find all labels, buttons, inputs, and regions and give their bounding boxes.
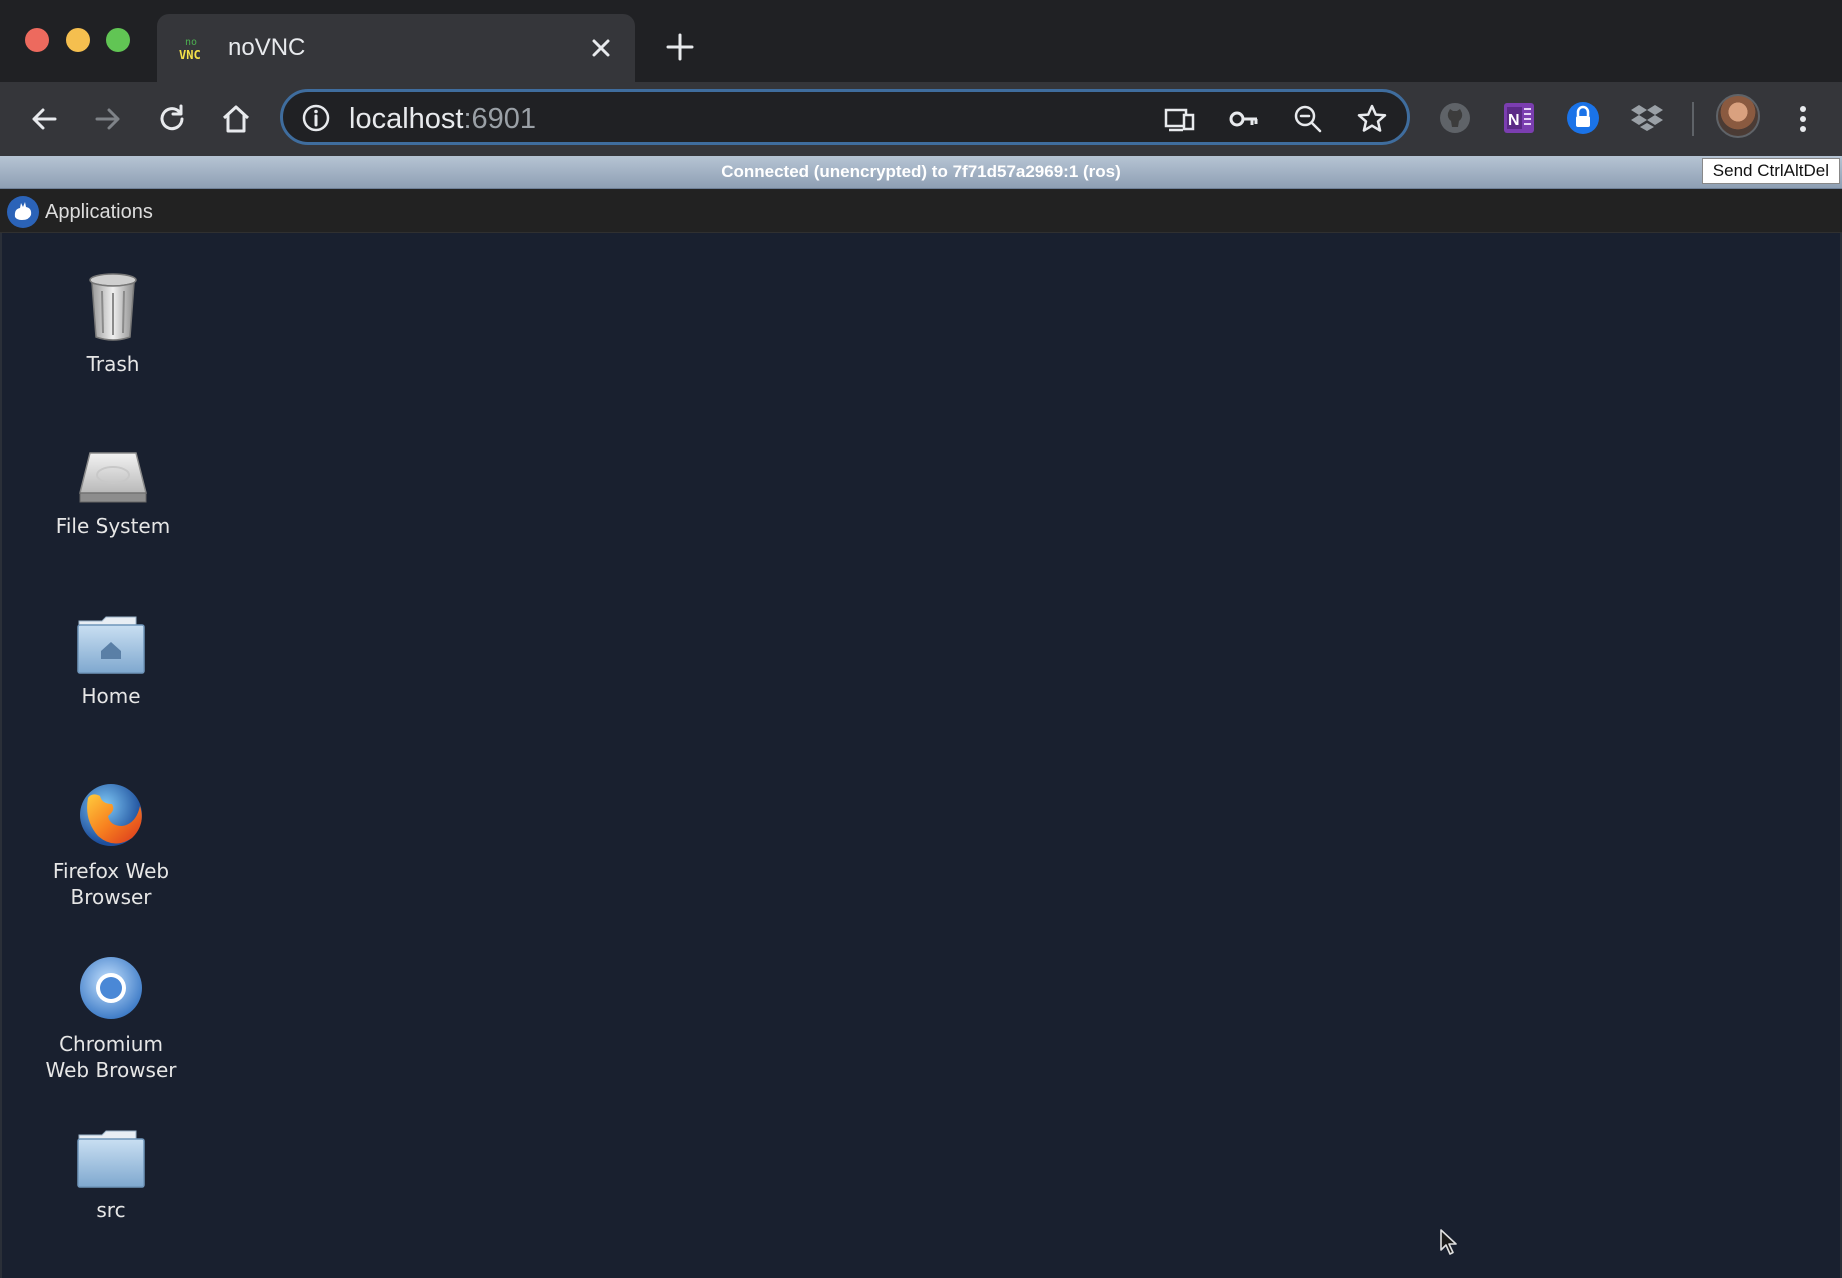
label-line: Firefox Web (52, 859, 170, 883)
trash-icon (89, 273, 137, 341)
xfce-mouse-logo-icon (7, 196, 39, 228)
browser-toolbar: localhost:6901 N (0, 82, 1842, 156)
desktop-icon-chromium[interactable]: Chromium Web Browser (21, 953, 201, 1083)
vnc-status-bar: Connected (unencrypted) to 7f71d57a2969:… (0, 156, 1842, 189)
favicon-text-top: no (185, 37, 197, 48)
folder-icon (77, 1130, 145, 1188)
toolbar-divider (1692, 102, 1694, 136)
url-host: localhost (349, 103, 464, 135)
desktop-icon-firefox[interactable]: Firefox Web Browser (21, 780, 201, 910)
star-icon[interactable] (1355, 102, 1389, 136)
mouse-cursor-icon (1440, 1229, 1457, 1255)
favicon-text-bottom: VNC (179, 48, 201, 62)
desktop-icon-label: Firefox Web Browser (21, 858, 201, 910)
desktop-icon-label: Home (81, 684, 141, 708)
desktop-icon-src[interactable]: src (21, 1129, 201, 1223)
svg-text:N: N (1508, 112, 1520, 129)
new-tab-icon[interactable] (663, 30, 697, 64)
profile-avatar[interactable] (1716, 94, 1760, 138)
reload-icon[interactable] (155, 102, 189, 136)
desktop-icon-label: Chromium Web Browser (21, 1031, 201, 1083)
onenote-icon[interactable]: N (1500, 99, 1538, 137)
browser-tab-strip: no VNC noVNC (0, 0, 1842, 82)
forward-icon[interactable] (91, 102, 125, 136)
desktop-icon-home[interactable]: Home (21, 615, 201, 709)
desktop-icon-trash[interactable]: Trash (23, 271, 203, 377)
address-bar[interactable]: localhost:6901 (280, 89, 1410, 145)
back-icon[interactable] (27, 102, 61, 136)
desktop-icon-file-system[interactable]: File System (23, 449, 203, 539)
tab-novnc[interactable]: no VNC noVNC (157, 14, 635, 82)
info-icon[interactable] (301, 103, 331, 133)
desktop-icon-label: src (96, 1198, 126, 1222)
home-icon[interactable] (219, 102, 253, 136)
label-line: Chromium (59, 1032, 163, 1056)
vnc-connection-status: Connected (unencrypted) to 7f71d57a2969:… (721, 162, 1121, 181)
hard-drive-icon (79, 452, 147, 503)
lastpass-lock-icon[interactable] (1564, 99, 1602, 137)
tab-title: noVNC (228, 34, 306, 61)
firefox-icon (80, 784, 142, 846)
dropbox-icon[interactable] (1628, 99, 1666, 137)
more-menu-icon[interactable] (1786, 102, 1820, 136)
github-icon[interactable] (1436, 99, 1474, 137)
label-line: Web Browser (45, 1058, 177, 1082)
label-line: Browser (70, 885, 152, 909)
desktop-icon-label: Trash (86, 352, 140, 376)
key-icon[interactable] (1227, 102, 1261, 136)
zoom-window-button[interactable] (106, 28, 130, 52)
url-port: :6901 (463, 103, 537, 135)
zoom-out-icon[interactable] (1291, 102, 1325, 136)
close-tab-icon[interactable] (585, 32, 617, 64)
cast-icon[interactable] (1163, 102, 1197, 136)
xfce-top-panel: Applications (0, 189, 1842, 233)
send-ctrl-alt-del-button[interactable]: Send CtrlAltDel (1701, 158, 1840, 184)
chromium-icon (80, 957, 142, 1019)
applications-label: Applications (45, 201, 153, 223)
desktop-icon-label: File System (55, 514, 171, 538)
close-window-button[interactable] (25, 28, 49, 52)
novnc-favicon-icon: no VNC (179, 37, 201, 62)
desktop: Trash File System Home Firefox Web Brows… (0, 233, 1842, 1278)
url-text: localhost:6901 (349, 103, 536, 136)
minimize-window-button[interactable] (66, 28, 90, 52)
home-folder-icon (77, 616, 145, 674)
